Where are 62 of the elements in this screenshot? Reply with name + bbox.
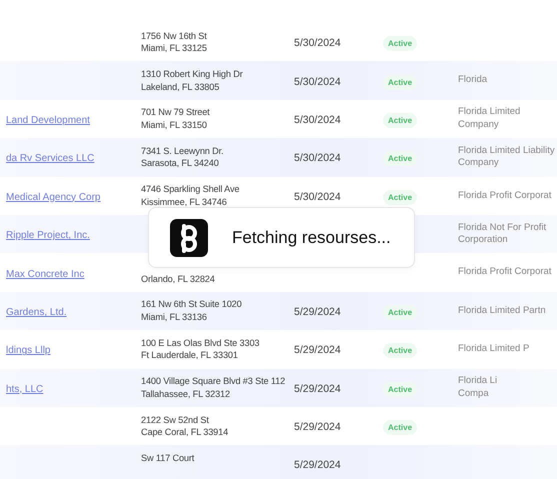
company-link[interactable]: hts, LLC (0, 384, 44, 395)
address-text: 4746 Sparkling Shell Ave (141, 183, 240, 196)
logo-icon (170, 218, 208, 256)
date-cell: 5/29/2024 (294, 306, 341, 318)
address-text: Ft Lauderdale, FL 33301 (141, 349, 239, 362)
status-badge: Active (383, 190, 418, 205)
company-type-text: Company (458, 118, 500, 132)
address-text: 161 Nw 6th St Suite 1020 (141, 298, 243, 311)
company-link[interactable]: Gardens, Ltd. (0, 306, 67, 318)
address-text: Orlando, FL 32824 (141, 272, 216, 286)
date-cell: 5/30/2024 (294, 114, 341, 126)
address-text: Sarasota, FL 34240 (141, 157, 220, 170)
company-type-text: Florida Limited P (458, 343, 530, 356)
company-link[interactable]: Max Concrete Inc (0, 268, 84, 280)
company-type-text: Florida Li (458, 375, 498, 388)
company-type-text: Florida Profit Corporat (458, 190, 552, 202)
company-link[interactable]: Land Development (0, 114, 90, 126)
company-type-text: Florida Limited (458, 106, 522, 119)
address-text: 1756 Nw 16th St (141, 30, 208, 42)
status-badge: Active (383, 420, 418, 436)
company-type-text: Florida Not For Profit (458, 222, 548, 234)
address-text: Tallahassee, FL 32312 (141, 388, 231, 400)
company-type-text: Florida (458, 74, 488, 87)
status-badge: Active (383, 36, 418, 52)
date-cell: 5/29/2024 (294, 421, 341, 434)
date-cell: 5/29/2024 (294, 382, 341, 395)
date-cell: 5/30/2024 (294, 152, 341, 164)
company-link[interactable]: da Rv Services LLC (0, 153, 94, 164)
status-badge: Active (383, 343, 418, 358)
status-badge: Active (383, 151, 418, 166)
company-type-text: Florida Limited Liability (458, 144, 556, 158)
address-text: Miami, FL 33150 (141, 118, 208, 132)
company-type-text: Company (458, 157, 500, 170)
date-cell: 5/29/2024 (294, 344, 341, 356)
status-badge: Active (383, 74, 418, 90)
company-type-text: Compa (458, 388, 490, 400)
address-text: Sw 117 Court (141, 452, 196, 464)
address-text: 1400 Village Square Blvd #3 Ste 112 (141, 375, 286, 388)
company-link[interactable]: Ripple Project, Inc. (0, 230, 90, 242)
address-text: Kissimmee, FL 34746 (141, 196, 228, 208)
status-badge: Active (383, 304, 418, 320)
address-text: Lakeland, FL 33805 (141, 80, 220, 94)
date-cell: 5/30/2024 (294, 76, 341, 88)
address-text: Miami, FL 33136 (141, 310, 208, 324)
company-link[interactable]: ldings Lllp (0, 345, 50, 356)
address-text: 2122 Sw 52nd St (141, 414, 210, 426)
status-badge: Active (383, 382, 418, 397)
loading-message: Fetching resourses... (232, 228, 391, 248)
address-text: 1310 Robert King High Dr (141, 68, 244, 81)
date-cell: 5/30/2024 (294, 37, 341, 50)
date-cell: 5/29/2024 (294, 459, 341, 472)
address-text: Cape Coral, FL 33914 (141, 426, 230, 439)
company-type-text: Florida Profit Corporat (458, 266, 552, 279)
address-text: 7341 S. Leewynn Dr. (141, 144, 224, 158)
address-text: 100 E Las Olas Blvd Ste 3303 (141, 336, 260, 350)
address-text: 701 Nw 79 Street (141, 106, 211, 119)
date-cell: 5/30/2024 (294, 190, 341, 203)
company-link[interactable]: Medical Agency Corp (0, 192, 100, 203)
address-text: Miami, FL 33125 (141, 42, 208, 55)
company-type-text: Corporation (458, 234, 509, 247)
company-type-text: Florida Limited Partn (458, 304, 547, 318)
status-badge: Active (383, 112, 418, 128)
